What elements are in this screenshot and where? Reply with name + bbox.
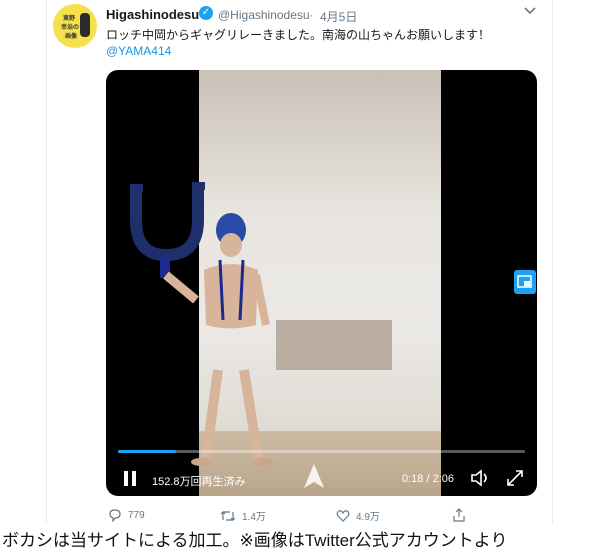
- retweet-icon: [220, 510, 236, 521]
- author-handle[interactable]: @Higashinodesu: [218, 8, 310, 22]
- verified-badge-icon: ✓: [199, 6, 213, 20]
- fullscreen-icon[interactable]: [505, 468, 525, 488]
- tv-logo-icon: [304, 464, 324, 488]
- pause-icon[interactable]: [120, 469, 140, 491]
- retweet-button[interactable]: 1.4万: [220, 508, 266, 523]
- censor-blur: [276, 320, 392, 370]
- separator-dot: ·: [309, 8, 313, 22]
- like-count: 4.9万: [356, 512, 380, 523]
- view-count: 152.8万回再生済み: [152, 476, 246, 488]
- like-button[interactable]: 4.9万: [336, 508, 380, 523]
- image-caption: ボカシは当サイトによる加工。※画像はTwitter公式アカウントより: [2, 531, 508, 550]
- volume-icon[interactable]: [470, 468, 492, 488]
- retweet-count: 1.4万: [242, 512, 266, 523]
- video-player[interactable]: 152.8万回再生済み 0:18 / 2:06: [106, 70, 537, 496]
- video-content-person: [130, 182, 273, 466]
- mention-link[interactable]: @YAMA414: [106, 44, 171, 58]
- progress-bar[interactable]: [118, 450, 525, 453]
- avatar-text-3: 画像: [65, 34, 78, 40]
- share-button[interactable]: [452, 508, 466, 522]
- avatar-text-1: 東野: [63, 16, 76, 22]
- author-name[interactable]: Higashinodesu: [106, 7, 199, 22]
- reply-count: 779: [128, 509, 145, 521]
- avatar-text-2: 幸治の: [61, 25, 80, 31]
- reply-button[interactable]: 779: [108, 508, 145, 522]
- tweet-date[interactable]: 4月5日: [320, 8, 357, 25]
- chevron-down-icon[interactable]: [524, 6, 536, 19]
- share-screen-icon[interactable]: [514, 270, 536, 294]
- progress-fill: [118, 450, 177, 453]
- share-icon: [453, 508, 465, 522]
- tweet-text: ロッチ中岡からギャグリレーきました。南海の山ちゃんお願いします！: [106, 28, 491, 42]
- video-time: 0:18 / 2:06: [402, 473, 454, 485]
- heart-icon: [336, 509, 350, 522]
- reply-icon: [109, 509, 121, 522]
- avatar[interactable]: 東野 幸治の 画像: [53, 4, 97, 48]
- avatar-figure: [80, 13, 90, 37]
